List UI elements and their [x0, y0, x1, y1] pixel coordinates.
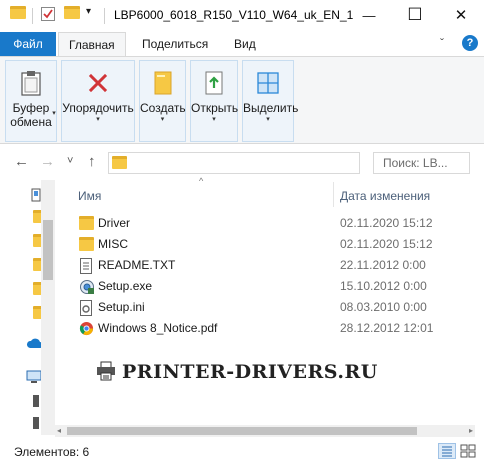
search-placeholder: Поиск: LB... [383, 156, 448, 170]
scroll-thumb[interactable] [43, 220, 53, 280]
file-date: 08.03.2010 0:00 [340, 300, 427, 314]
chevron-down-icon: ▾ [212, 116, 216, 123]
clipboard-icon [15, 67, 47, 99]
tab-home[interactable]: Главная [58, 32, 126, 57]
clipboard-label: Буфер обмена [10, 101, 52, 129]
scroll-left-icon[interactable]: ◂ [57, 426, 61, 435]
file-name: MISC [98, 237, 128, 251]
drive-icon[interactable] [32, 416, 40, 430]
tab-share[interactable]: Поделиться [132, 32, 218, 56]
chevron-down-icon: ▾ [160, 116, 165, 123]
ribbon-collapse-icon[interactable]: ˇ [440, 36, 444, 50]
details-view-icon[interactable] [438, 443, 456, 459]
scroll-thumb[interactable] [67, 427, 417, 435]
file-date: 15.10.2012 0:00 [340, 279, 427, 293]
sort-ascending-icon: ^ [199, 176, 204, 186]
ini-file-icon [79, 300, 95, 316]
chevron-down-icon: ▾ [52, 110, 56, 117]
chevron-down-icon: ▾ [266, 116, 270, 123]
organize-label: Упорядочить [62, 101, 134, 115]
file-name: Setup.exe [98, 279, 153, 293]
file-date: 22.11.2012 0:00 [340, 258, 426, 272]
watermark: PRINTER-DRIVERS.RU [96, 358, 378, 386]
scroll-right-icon[interactable]: ▸ [469, 426, 473, 435]
divider [104, 8, 105, 24]
file-row[interactable]: Setup.exe 15.10.2012 0:00 [74, 276, 474, 296]
column-header-date[interactable]: Дата изменения [340, 189, 430, 203]
folder-icon [79, 237, 95, 252]
create-button[interactable]: Создать ▾ [139, 60, 186, 142]
file-date: 02.11.2020 15:12 [340, 216, 433, 230]
file-row[interactable]: README.TXT 22.11.2012 0:00 [74, 255, 474, 275]
chrome-pdf-icon [79, 321, 95, 336]
open-button[interactable]: Открыть ▾ [190, 60, 238, 142]
close-button[interactable]: ✕ [438, 0, 484, 30]
column-header-name[interactable]: Имя [78, 189, 101, 203]
nav-scrollbar[interactable] [41, 180, 55, 435]
folder-icon [79, 216, 95, 231]
onedrive-icon[interactable] [26, 338, 43, 352]
open-icon [198, 67, 230, 99]
title-bar: ▾ LBP6000_6018_R150_V110_W64_uk_EN_1 — ☐… [0, 0, 484, 32]
search-input[interactable]: Поиск: LB... [373, 152, 470, 174]
back-icon[interactable]: ← [14, 153, 29, 170]
item-count: Элементов: 6 [14, 445, 90, 459]
horizontal-scrollbar[interactable]: ◂ ▸ [55, 425, 475, 437]
ribbon-tabs: Файл Главная Поделиться Вид [0, 32, 484, 57]
text-file-icon [79, 258, 95, 274]
tab-view[interactable]: Вид [224, 32, 266, 56]
divider [32, 8, 33, 24]
select-icon [252, 67, 284, 99]
file-row[interactable]: Driver 02.11.2020 15:12 [74, 213, 474, 233]
chevron-down-icon: ▾ [96, 116, 100, 123]
file-name: Setup.ini [98, 300, 145, 314]
column-divider[interactable] [333, 182, 334, 207]
file-date: 28.12.2012 12:01 [340, 321, 434, 335]
folder-icon [10, 6, 26, 19]
select-button[interactable]: Выделить ▾ [242, 60, 299, 142]
printer-icon [96, 361, 116, 384]
file-row[interactable]: MISC 02.11.2020 15:12 [74, 234, 474, 254]
tab-file[interactable]: Файл [0, 32, 56, 56]
up-icon[interactable]: ↑ [88, 153, 96, 170]
recent-locations-icon[interactable]: ˅ [67, 155, 73, 167]
file-row[interactable]: Windows 8_Notice.pdf 28.12.2012 12:01 [74, 318, 474, 338]
large-icons-view-icon[interactable] [460, 444, 476, 461]
folder-icon [112, 156, 127, 169]
file-row[interactable]: Setup.ini 08.03.2010 0:00 [74, 297, 474, 317]
setup-exe-icon [79, 279, 95, 294]
this-pc-icon[interactable] [26, 370, 42, 384]
navigation-bar: ← → ˅ ↑ Поиск: LB... [0, 150, 484, 176]
delete-icon [82, 67, 114, 99]
file-name: Driver [98, 216, 130, 230]
file-name: README.TXT [98, 258, 176, 272]
minimize-button[interactable]: — [346, 0, 392, 30]
address-bar[interactable] [108, 152, 360, 174]
clipboard-button[interactable]: Буфер обмена ▾ [5, 60, 57, 142]
organize-button[interactable]: Упорядочить ▾ [61, 60, 135, 142]
forward-icon[interactable]: → [40, 153, 55, 170]
ribbon: Буфер обмена ▾ Упорядочить ▾ Создать ▾ От… [0, 56, 484, 144]
help-icon[interactable]: ? [462, 35, 478, 51]
file-date: 02.11.2020 15:12 [340, 237, 433, 251]
open-label: Открыть [191, 101, 239, 115]
new-folder-qat-icon[interactable] [64, 6, 80, 19]
window-title: LBP6000_6018_R150_V110_W64_uk_EN_1 [114, 8, 354, 22]
maximize-button[interactable]: ☐ [392, 0, 438, 30]
file-name: Windows 8_Notice.pdf [98, 321, 218, 335]
properties-icon[interactable] [40, 6, 56, 22]
select-label: Выделить [243, 101, 299, 115]
drive-icon[interactable] [32, 394, 40, 408]
watermark-text: PRINTER-DRIVERS.RU [122, 361, 378, 383]
status-bar: Элементов: 6 [0, 438, 484, 464]
create-label: Создать [140, 101, 186, 115]
new-folder-icon [147, 67, 179, 99]
qat-dropdown-icon[interactable]: ▾ [86, 6, 91, 17]
